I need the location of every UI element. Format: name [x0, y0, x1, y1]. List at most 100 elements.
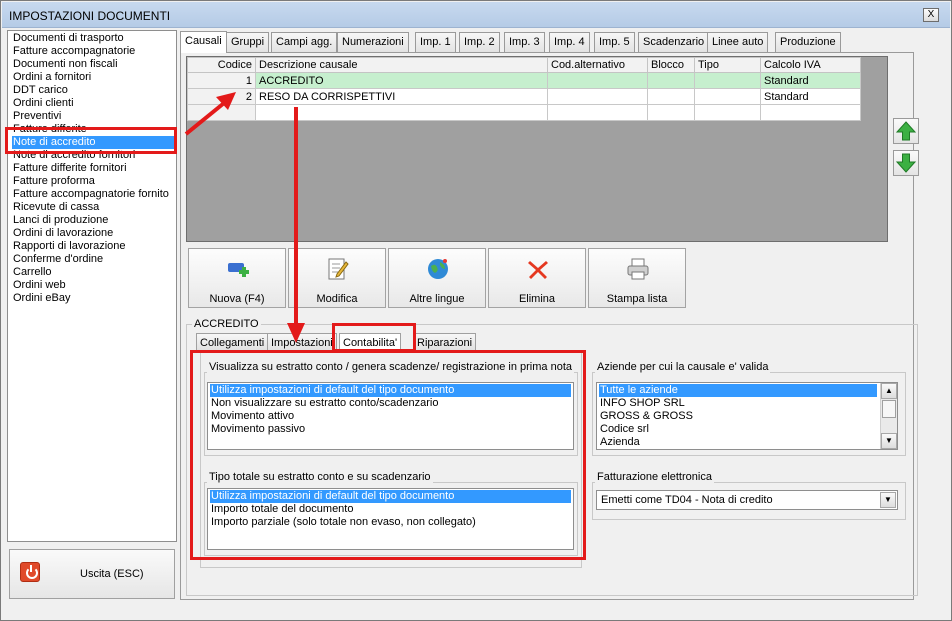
list-item[interactable]: Movimento passivo [210, 423, 571, 436]
list-item[interactable]: INFO SHOP SRL [599, 397, 877, 410]
sidebar-item[interactable]: DDT carico [13, 84, 68, 97]
tipo-totale-listbox[interactable]: Utilizza impostazioni di default del tip… [207, 488, 574, 550]
tab-imp-4[interactable]: Imp. 4 [549, 32, 590, 52]
cell-calcolo-iva[interactable]: Standard [760, 72, 861, 89]
sidebar-item[interactable]: Fatture accompagnatorie fornito [13, 188, 169, 201]
column-header-tipo[interactable]: Tipo [694, 57, 761, 73]
list-item[interactable]: Non visualizzare su estratto conto/scade… [210, 397, 571, 410]
table-row-new[interactable] [187, 104, 861, 121]
sidebar-item[interactable]: Ordini di lavorazione [13, 227, 113, 240]
scroll-thumb[interactable] [882, 400, 896, 418]
column-header-cod-alternativo[interactable]: Cod.alternativo [547, 57, 648, 73]
list-item[interactable]: GROSS & GROSS [599, 410, 877, 423]
sidebar-item[interactable]: Note di accredito [12, 136, 176, 149]
sidebar-item[interactable]: Ordini eBay [13, 292, 70, 305]
edit-document-icon [328, 258, 349, 280]
tab-imp-1[interactable]: Imp. 1 [415, 32, 456, 52]
fatturazione-select[interactable]: Emetti come TD04 - Nota di credito ▼ [596, 490, 898, 510]
sidebar-item[interactable]: Fatture accompagnatorie [13, 45, 135, 58]
tab-imp-2[interactable]: Imp. 2 [459, 32, 500, 52]
scroll-up-icon[interactable]: ▲ [881, 383, 897, 399]
visualizza-group-title: Visualizza su estratto conto / genera sc… [207, 361, 574, 373]
sidebar-item[interactable]: Fatture proforma [13, 175, 95, 188]
cell-tipo[interactable] [694, 88, 761, 105]
chevron-down-icon[interactable]: ▼ [880, 492, 896, 508]
cell-cod-alternativo[interactable] [547, 72, 648, 89]
cell-codice[interactable]: 2 [187, 88, 256, 105]
list-item[interactable]: Movimento attivo [210, 410, 571, 423]
subtab-collegamenti[interactable]: Collegamenti [196, 333, 269, 351]
visualizza-listbox[interactable]: Utilizza impostazioni di default del tip… [207, 382, 574, 450]
list-item[interactable]: Utilizza impostazioni di default del tip… [210, 490, 571, 503]
cell-empty[interactable] [694, 104, 761, 121]
sidebar-item[interactable]: Lanci di produzione [13, 214, 108, 227]
list-item[interactable]: Importo parziale (solo totale non evaso,… [210, 516, 571, 529]
tab-gruppi[interactable]: Gruppi [226, 32, 270, 52]
sidebar-item[interactable]: Note di accredito fornitori [13, 149, 135, 162]
list-item[interactable]: Utilizza impostazioni di default del tip… [210, 384, 571, 397]
sidebar-item[interactable]: Conferme d'ordine [13, 253, 103, 266]
sidebar-item[interactable]: Fatture differite fornitori [13, 162, 127, 175]
sidebar-item[interactable]: Ordini web [13, 279, 66, 292]
causali-grid[interactable]: Codice Descrizione causale Cod.alternati… [186, 56, 888, 242]
cell-tipo[interactable] [694, 72, 761, 89]
cell-empty[interactable] [647, 104, 695, 121]
cell-blocco[interactable] [647, 72, 695, 89]
list-item[interactable]: Tutte le aziende [599, 384, 877, 397]
sidebar-item[interactable]: Preventivi [13, 110, 61, 123]
sidebar-item[interactable]: Documenti non fiscali [13, 58, 118, 71]
tab-imp-3[interactable]: Imp. 3 [504, 32, 545, 52]
tab-imp-5[interactable]: Imp. 5 [594, 32, 635, 52]
list-item[interactable]: Codice srl [599, 423, 877, 436]
subtab-contabilita[interactable]: Contabilita' [339, 333, 402, 351]
aziende-listbox[interactable]: ▲ ▼ Tutte le aziende INFO SHOP SRL GROSS &… [596, 382, 898, 450]
column-header-codice[interactable]: Codice [187, 57, 256, 73]
scroll-down-icon[interactable]: ▼ [881, 433, 897, 449]
table-row[interactable]: 1 ACCREDITO Standard [187, 72, 861, 89]
column-header-descrizione[interactable]: Descrizione causale [255, 57, 548, 73]
list-item[interactable]: Azienda [599, 436, 877, 449]
tab-numerazioni[interactable]: Numerazioni [337, 32, 409, 52]
tab-scadenzario[interactable]: Scadenzario [638, 32, 710, 52]
cell-blocco[interactable] [647, 88, 695, 105]
column-header-blocco[interactable]: Blocco [647, 57, 695, 73]
cell-calcolo-iva[interactable]: Standard [760, 88, 861, 105]
tab-causali[interactable]: Causali [180, 31, 227, 53]
aziende-scrollbar[interactable]: ▲ ▼ [880, 383, 897, 449]
exit-button-label: Uscita (ESC) [80, 568, 144, 580]
tab-campi-agg-[interactable]: Campi agg. [271, 32, 338, 52]
subtab-impostazioni[interactable]: Impostazioni [267, 333, 337, 351]
cell-descrizione[interactable]: RESO DA CORRISPETTIVI [255, 88, 548, 105]
cell-codice[interactable]: 1 [187, 72, 256, 89]
move-up-button[interactable] [893, 118, 919, 144]
sidebar-item[interactable]: Ordini a fornitori [13, 71, 91, 84]
close-button[interactable]: X [923, 8, 939, 22]
fatturazione-group-title: Fatturazione elettronica [595, 471, 714, 483]
delete-button[interactable]: Elimina [488, 248, 586, 308]
cell-descrizione[interactable]: ACCREDITO [255, 72, 548, 89]
edit-button[interactable]: Modifica [288, 248, 386, 308]
cell-empty[interactable] [255, 104, 548, 121]
column-header-calcolo-iva[interactable]: Calcolo IVA [760, 57, 861, 73]
sidebar-item[interactable]: Fatture differite [13, 123, 87, 136]
sidebar-item[interactable]: Documenti di trasporto [13, 32, 124, 45]
other-languages-button[interactable]: Altre lingue [388, 248, 486, 308]
new-button[interactable]: Nuova (F4) [188, 248, 286, 308]
exit-button[interactable]: Uscita (ESC) [9, 549, 175, 599]
cell-empty[interactable] [547, 104, 648, 121]
move-down-button[interactable] [893, 150, 919, 176]
sidebar-item[interactable]: Ordini clienti [13, 97, 74, 110]
tab-linee-auto[interactable]: Linee auto [707, 32, 769, 52]
document-type-list[interactable]: Documenti di trasporto Fatture accompagna… [7, 30, 177, 542]
subtab-riparazioni[interactable]: Riparazioni [414, 333, 477, 351]
cell-codice-empty[interactable] [187, 104, 256, 121]
tab-produzione[interactable]: Produzione [775, 32, 841, 52]
cell-empty[interactable] [760, 104, 861, 121]
sidebar-item[interactable]: Carrello [13, 266, 52, 279]
cell-cod-alternativo[interactable] [547, 88, 648, 105]
list-item[interactable]: Importo totale del documento [210, 503, 571, 516]
print-list-button[interactable]: Stampa lista [588, 248, 686, 308]
sidebar-item[interactable]: Ricevute di cassa [13, 201, 99, 214]
table-row[interactable]: 2 RESO DA CORRISPETTIVI Standard [187, 88, 861, 105]
sidebar-item[interactable]: Rapporti di lavorazione [13, 240, 126, 253]
